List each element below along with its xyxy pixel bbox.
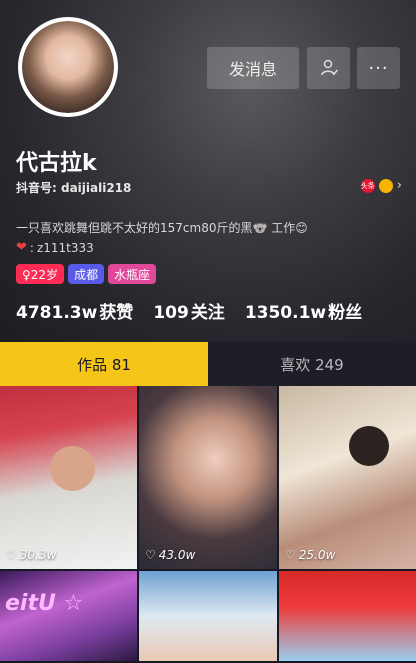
video-thumbnail[interactable]: ♡ 30.3w (0, 386, 137, 569)
avatar-image (22, 21, 114, 113)
stat-likes[interactable]: 4781.3w 获赞 (16, 298, 133, 323)
tag-age: ♀22岁 (16, 264, 65, 284)
video-grid: ♡ 30.3w ♡ 43.0w ♡ 25.0w eitU ☆ (0, 386, 416, 661)
send-message-button[interactable]: 发消息 (207, 47, 299, 89)
toutiao-icon[interactable]: 头条 (360, 178, 375, 193)
bio-contact: z111t333 (36, 240, 94, 255)
video-thumbnail[interactable] (139, 571, 277, 661)
stat-followers[interactable]: 1350.1w 粉丝 (245, 298, 362, 323)
tab-works[interactable]: 作品 81 (0, 342, 208, 386)
profile-tags: ♀22岁 成都 水瓶座 (16, 264, 157, 284)
tab-liked[interactable]: 喜欢 249 (208, 342, 416, 386)
profile-stats: 4781.3w 获赞 109 关注 1350.1w 粉丝 (16, 298, 362, 323)
follow-button[interactable] (307, 47, 350, 89)
content-tabs: 作品 81 喜欢 249 (0, 342, 416, 386)
video-thumbnail[interactable]: eitU ☆ (0, 571, 137, 661)
like-count: ♡ 30.3w (6, 548, 57, 562)
chevron-right-icon[interactable]: › (397, 178, 402, 193)
bio-line-1: 一只喜欢跳舞但跳不太好的157cm80斤的黑🐨 工作😊 (16, 221, 308, 235)
douyin-id: 抖音号: daijiali218 (16, 181, 132, 195)
linked-accounts[interactable]: 头条 › (360, 178, 402, 193)
thumbnail-face (349, 426, 389, 466)
profile-header: 发消息 ··· 代古拉k 抖音号: daijiali218 头条 › 一只喜欢跳… (0, 0, 416, 342)
thumbnail-neon-sign: eitU ☆ (5, 591, 84, 616)
avatar[interactable] (18, 17, 118, 117)
heart-outline-icon: ♡ (145, 548, 156, 562)
thumbnail-face (50, 446, 95, 491)
like-count: ♡ 25.0w (285, 548, 336, 562)
user-check-icon (320, 59, 338, 76)
video-thumbnail[interactable]: ♡ 43.0w (139, 386, 277, 569)
bio-line-2: ❤ : z111t333 (16, 240, 94, 255)
video-thumbnail[interactable] (279, 571, 416, 661)
video-thumbnail[interactable]: ♡ 25.0w (279, 386, 416, 569)
tag-zodiac: 水瓶座 (108, 264, 157, 284)
more-button[interactable]: ··· (357, 47, 400, 89)
tag-city: 成都 (68, 264, 105, 284)
profile-name: 代古拉k (16, 151, 97, 176)
stat-following[interactable]: 109 关注 (153, 298, 225, 323)
heart-icon: ❤ (16, 240, 27, 255)
heart-outline-icon: ♡ (6, 548, 17, 562)
heart-outline-icon: ♡ (285, 548, 296, 562)
like-count: ♡ 43.0w (145, 548, 196, 562)
weibo-icon[interactable] (378, 178, 393, 193)
